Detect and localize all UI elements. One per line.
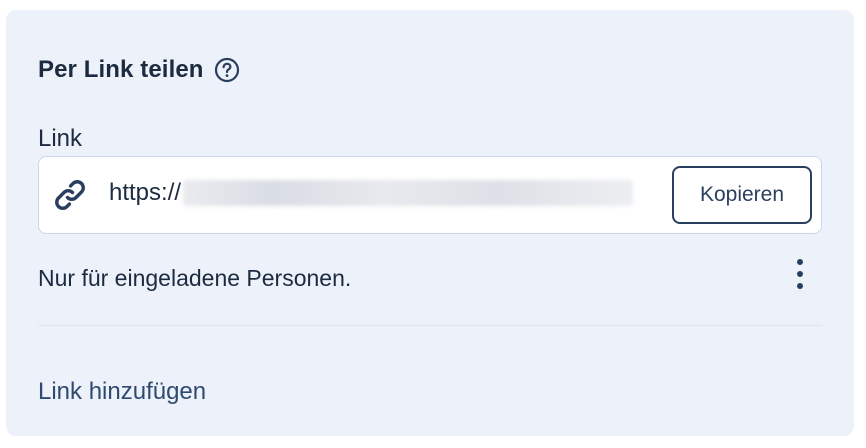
- share-via-link-panel: Per Link teilen Link https:// Kopieren N…: [6, 10, 854, 436]
- more-vertical-icon-dot-top: [797, 259, 803, 265]
- link-url-scheme: https://: [109, 179, 182, 206]
- link-url-field[interactable]: https:// Kopieren: [38, 156, 822, 234]
- question-circle-icon[interactable]: [214, 57, 240, 83]
- link-url-redacted: [183, 180, 634, 206]
- link-field-label: Link: [38, 125, 83, 152]
- copy-button[interactable]: Kopieren: [672, 166, 812, 224]
- add-link-button[interactable]: Link hinzufügen: [38, 378, 206, 406]
- section-divider: [38, 325, 822, 326]
- access-description: Nur für eingeladene Personen.: [38, 265, 352, 291]
- more-vertical-icon-dot-bottom: [797, 283, 803, 289]
- more-options-button[interactable]: [786, 254, 814, 294]
- more-vertical-icon-dot-middle: [797, 271, 803, 277]
- panel-title: Per Link teilen: [38, 56, 204, 83]
- panel-header: Per Link teilen: [38, 56, 240, 84]
- link-icon: [51, 176, 89, 214]
- link-url-value: https://: [109, 179, 634, 207]
